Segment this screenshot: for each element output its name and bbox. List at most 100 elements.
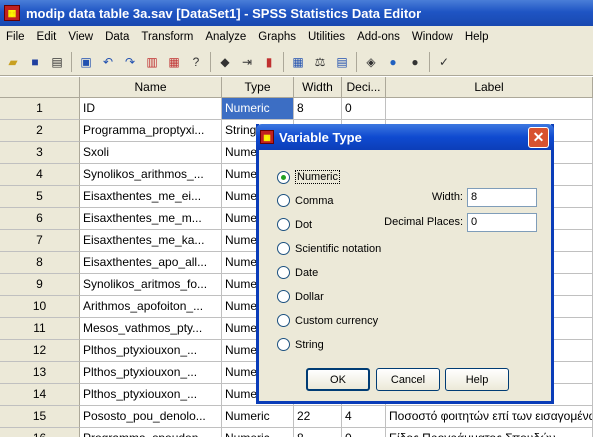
radio-comma[interactable]: Comma xyxy=(277,194,334,207)
row-number[interactable]: 8 xyxy=(0,252,80,274)
save-icon[interactable]: ■ xyxy=(24,51,46,73)
row-number[interactable]: 5 xyxy=(0,186,80,208)
menu-window[interactable]: Window xyxy=(406,31,459,43)
cell-width[interactable]: 8 xyxy=(294,428,342,437)
cell-name[interactable]: Eisaxthentes_me_m... xyxy=(80,208,222,230)
radio-scientific-notation[interactable]: Scientific notation xyxy=(277,242,381,255)
row-number[interactable]: 12 xyxy=(0,340,80,362)
menu-utilities[interactable]: Utilities xyxy=(302,31,351,43)
cell-label[interactable] xyxy=(386,98,593,120)
radio-button[interactable] xyxy=(277,314,290,327)
cell-name[interactable]: Mesos_vathmos_pty... xyxy=(80,318,222,340)
weight-cases-icon[interactable]: ⚖ xyxy=(309,51,331,73)
menu-graphs[interactable]: Graphs xyxy=(252,31,302,43)
column-header-label[interactable]: Label xyxy=(386,77,593,98)
radio-date[interactable]: Date xyxy=(277,266,318,279)
column-header-decimals[interactable]: Deci... xyxy=(342,77,386,98)
select-cases-icon[interactable]: ▤ xyxy=(331,51,353,73)
print-icon[interactable]: ▤ xyxy=(46,51,68,73)
cell-name[interactable]: Plthos_ptyxiouxon_... xyxy=(80,384,222,406)
row-number[interactable]: 15 xyxy=(0,406,80,428)
cell-width[interactable]: 8 xyxy=(294,98,342,120)
row-number[interactable]: 11 xyxy=(0,318,80,340)
column-header-name[interactable]: Name xyxy=(80,77,222,98)
cell-name[interactable]: Programma_proptyxi... xyxy=(80,120,222,142)
radio-button[interactable] xyxy=(277,266,290,279)
menu-transform[interactable]: Transform xyxy=(135,31,199,43)
cell-type[interactable]: Numeric xyxy=(222,98,294,120)
decimal-places-field[interactable]: 0 xyxy=(467,213,537,232)
menu-edit[interactable]: Edit xyxy=(31,31,63,43)
insert-cases-icon[interactable]: ⇥ xyxy=(236,51,258,73)
cell-type[interactable]: Numeric xyxy=(222,428,294,437)
row-number[interactable]: 2 xyxy=(0,120,80,142)
menu-data[interactable]: Data xyxy=(99,31,135,43)
value-labels-icon[interactable]: ◈ xyxy=(360,51,382,73)
open-folder-icon[interactable]: ▰ xyxy=(2,51,24,73)
menu-analyze[interactable]: Analyze xyxy=(199,31,252,43)
row-number[interactable]: 10 xyxy=(0,296,80,318)
show-all-variables-icon[interactable]: ● xyxy=(404,51,426,73)
cell-name[interactable]: Synolikos_aritmos_fo... xyxy=(80,274,222,296)
cell-name[interactable]: Eisaxthentes_apo_all... xyxy=(80,252,222,274)
cell-name[interactable]: Arithmos_apofoiton_... xyxy=(80,296,222,318)
menu-view[interactable]: View xyxy=(62,31,99,43)
width-field[interactable]: 8 xyxy=(467,188,537,207)
find-binoculars-icon[interactable]: ◆ xyxy=(214,51,236,73)
undo-icon[interactable]: ↶ xyxy=(97,51,119,73)
spell-check-icon[interactable]: ✓ xyxy=(433,51,455,73)
radio-dot[interactable]: Dot xyxy=(277,218,312,231)
menu-addons[interactable]: Add-ons xyxy=(351,31,406,43)
dialog-recall-icon[interactable]: ▣ xyxy=(75,51,97,73)
cell-decimals[interactable]: 0 xyxy=(342,428,386,437)
column-header-type[interactable]: Type xyxy=(222,77,294,98)
row-number[interactable]: 4 xyxy=(0,164,80,186)
radio-button[interactable] xyxy=(277,194,290,207)
row-number[interactable]: 6 xyxy=(0,208,80,230)
goto-variable-icon[interactable]: ▦ xyxy=(163,51,185,73)
cell-name[interactable]: Eisaxthentes_me_ka... xyxy=(80,230,222,252)
radio-button[interactable] xyxy=(277,218,290,231)
row-number[interactable]: 3 xyxy=(0,142,80,164)
close-icon[interactable]: ✕ xyxy=(528,127,549,148)
cell-name[interactable]: ID xyxy=(80,98,222,120)
row-number[interactable]: 16 xyxy=(0,428,80,437)
cell-name[interactable]: Programma_spoudon xyxy=(80,428,222,437)
row-number[interactable]: 7 xyxy=(0,230,80,252)
menu-file[interactable]: File xyxy=(0,31,31,43)
row-number[interactable]: 14 xyxy=(0,384,80,406)
split-file-icon[interactable]: ▦ xyxy=(287,51,309,73)
radio-numeric[interactable]: Numeric xyxy=(277,170,340,184)
ok-button[interactable]: OK xyxy=(306,368,370,391)
use-sets-icon[interactable]: ● xyxy=(382,51,404,73)
cell-label[interactable]: Είδος Προγράμματος Σπουδών xyxy=(386,428,593,437)
radio-button[interactable] xyxy=(277,242,290,255)
cell-type[interactable]: Numeric xyxy=(222,406,294,428)
cancel-button[interactable]: Cancel xyxy=(376,368,440,391)
cell-name[interactable]: Pososto_pou_denolo... xyxy=(80,406,222,428)
radio-button[interactable] xyxy=(277,170,290,184)
cell-name[interactable]: Plthos_ptyxiouxon_... xyxy=(80,362,222,384)
radio-string[interactable]: String xyxy=(277,338,324,351)
cell-name[interactable]: Sxoli xyxy=(80,142,222,164)
cell-name[interactable]: Eisaxthentes_me_ei... xyxy=(80,186,222,208)
row-number[interactable]: 1 xyxy=(0,98,80,120)
cell-label[interactable]: Ποσοστό φοιτητών επί των εισαγομένων xyxy=(386,406,593,428)
row-number[interactable]: 13 xyxy=(0,362,80,384)
radio-button[interactable] xyxy=(277,338,290,351)
cell-decimals[interactable]: 4 xyxy=(342,406,386,428)
goto-case-icon[interactable]: ▥ xyxy=(141,51,163,73)
help-button[interactable]: Help xyxy=(445,368,509,391)
radio-custom-currency[interactable]: Custom currency xyxy=(277,314,378,327)
variables-icon[interactable]: ? xyxy=(185,51,207,73)
cell-decimals[interactable]: 0 xyxy=(342,98,386,120)
redo-icon[interactable]: ↷ xyxy=(119,51,141,73)
insert-variable-icon[interactable]: ▮ xyxy=(258,51,280,73)
cell-width[interactable]: 22 xyxy=(294,406,342,428)
menu-help[interactable]: Help xyxy=(459,31,495,43)
row-number[interactable]: 9 xyxy=(0,274,80,296)
radio-button[interactable] xyxy=(277,290,290,303)
radio-dollar[interactable]: Dollar xyxy=(277,290,324,303)
cell-name[interactable]: Plthos_ptyxiouxon_... xyxy=(80,340,222,362)
column-header-width[interactable]: Width xyxy=(294,77,342,98)
